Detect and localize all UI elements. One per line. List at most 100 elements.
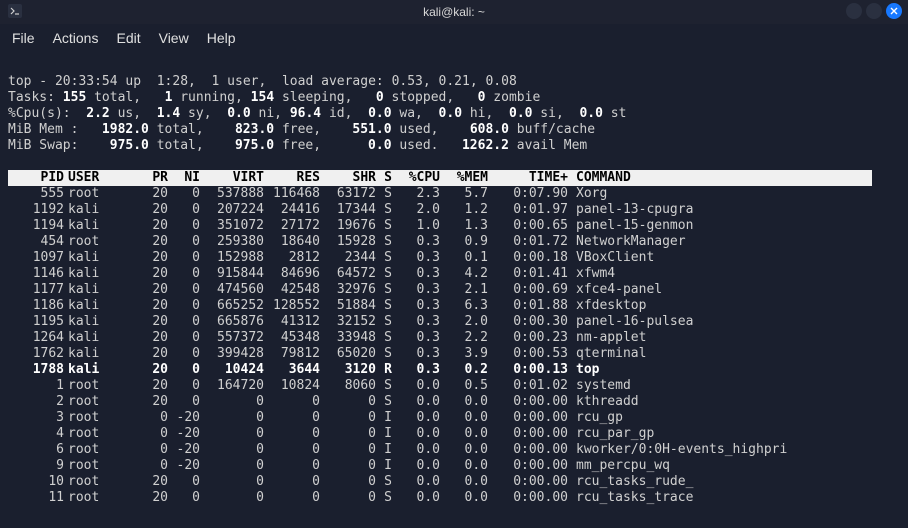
cell-ni: 0 [168,330,200,346]
cell-res: 128552 [264,298,320,314]
cell-s: I [376,442,392,458]
maximize-button[interactable] [866,3,882,19]
menu-edit[interactable]: Edit [116,30,140,46]
cell-pr: 20 [136,266,168,282]
titlebar: kali@kali: ~ [0,0,908,24]
cell-ni: 0 [168,394,200,410]
cell-s: S [376,330,392,346]
cell-res: 0 [264,474,320,490]
cell-cpu: 0.0 [392,490,440,506]
cell-shr: 0 [320,394,376,410]
cell-mem: 3.9 [440,346,488,362]
cell-pid: 1097 [8,250,64,266]
cell-s: S [376,218,392,234]
process-row: 1762kali2003994287981265020S0.33.90:00.5… [8,346,900,362]
cell-pid: 9 [8,458,64,474]
process-row: 3root0-20000I0.00.00:00.00rcu_gp [8,410,900,426]
cell-cmd: rcu_gp [568,410,623,426]
hdr-ni: NI [168,170,200,186]
cell-ni: 0 [168,314,200,330]
cell-time: 0:00.00 [488,442,568,458]
process-row: 1root200164720108248060S0.00.50:01.02sys… [8,378,900,394]
close-button[interactable] [886,3,902,19]
process-row: 1788kali2001042436443120R0.30.20:00.13to… [8,362,900,378]
cell-time: 0:00.00 [488,426,568,442]
cell-s: S [376,202,392,218]
cell-pr: 20 [136,346,168,362]
cell-mem: 0.0 [440,426,488,442]
cell-cmd: panel-13-cpugra [568,202,693,218]
cell-ni: 0 [168,218,200,234]
summary-mem: MiB Mem : 1982.0 total, 823.0 free, 551.… [8,122,595,137]
cell-mem: 1.3 [440,218,488,234]
cell-shr: 0 [320,458,376,474]
cell-shr: 0 [320,474,376,490]
cell-pr: 20 [136,202,168,218]
menu-file[interactable]: File [12,30,35,46]
menu-actions[interactable]: Actions [53,30,99,46]
cell-cpu: 0.3 [392,282,440,298]
menu-view[interactable]: View [159,30,189,46]
process-row: 2root200000S0.00.00:00.00kthreadd [8,394,900,410]
cell-cmd: Xorg [568,186,607,202]
process-row: 1177kali2004745604254832976S0.32.10:00.6… [8,282,900,298]
cell-mem: 0.9 [440,234,488,250]
process-row: 1146kali2009158448469664572S0.34.20:01.4… [8,266,900,282]
cell-s: S [376,266,392,282]
cell-s: S [376,282,392,298]
cell-cmd: NetworkManager [568,234,686,250]
cell-shr: 17344 [320,202,376,218]
cell-user: root [64,394,136,410]
cell-res: 0 [264,410,320,426]
cell-pr: 20 [136,234,168,250]
cell-mem: 0.1 [440,250,488,266]
process-row: 11root200000S0.00.00:00.00rcu_tasks_trac… [8,490,900,506]
cell-virt: 0 [200,394,264,410]
cell-time: 0:00.65 [488,218,568,234]
cell-pid: 1194 [8,218,64,234]
cell-res: 24416 [264,202,320,218]
cell-virt: 0 [200,458,264,474]
cell-ni: 0 [168,298,200,314]
cell-pid: 3 [8,410,64,426]
cell-mem: 0.0 [440,490,488,506]
hdr-s: S [376,170,392,186]
cell-time: 0:01.72 [488,234,568,250]
cell-s: S [376,314,392,330]
cell-pr: 0 [136,442,168,458]
cell-shr: 63172 [320,186,376,202]
minimize-button[interactable] [846,3,862,19]
cell-pid: 11 [8,490,64,506]
summary-swap: MiB Swap: 975.0 total, 975.0 free, 0.0 u… [8,138,587,153]
menu-help[interactable]: Help [207,30,236,46]
cell-virt: 164720 [200,378,264,394]
cell-user: kali [64,346,136,362]
summary-line-1: top - 20:33:54 up 1:28, 1 user, load ave… [8,74,517,89]
cell-ni: 0 [168,362,200,378]
cell-cmd: xfdesktop [568,298,646,314]
terminal-output[interactable]: top - 20:33:54 up 1:28, 1 user, load ave… [0,52,908,528]
hdr-mem: %MEM [440,170,488,186]
cell-user: kali [64,330,136,346]
cell-virt: 351072 [200,218,264,234]
cell-shr: 32152 [320,314,376,330]
cell-res: 79812 [264,346,320,362]
cell-cpu: 0.3 [392,250,440,266]
cell-time: 0:07.90 [488,186,568,202]
cell-virt: 10424 [200,362,264,378]
cell-pr: 0 [136,458,168,474]
cell-pr: 20 [136,186,168,202]
cell-time: 0:01.97 [488,202,568,218]
cell-mem: 2.0 [440,314,488,330]
cell-res: 0 [264,458,320,474]
cell-time: 0:00.00 [488,394,568,410]
cell-pid: 2 [8,394,64,410]
process-list: 555root20053788811646863172S2.35.70:07.9… [8,186,900,506]
cell-virt: 915844 [200,266,264,282]
cell-ni: -20 [168,458,200,474]
cell-user: kali [64,314,136,330]
cell-mem: 0.5 [440,378,488,394]
cell-virt: 0 [200,442,264,458]
cell-pr: 20 [136,362,168,378]
hdr-cpu: %CPU [392,170,440,186]
